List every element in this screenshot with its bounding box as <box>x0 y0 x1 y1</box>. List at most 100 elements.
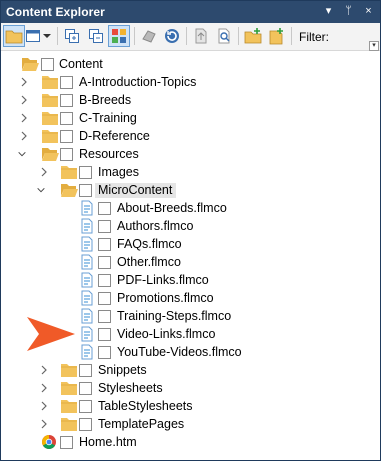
layout-button[interactable] <box>25 25 41 47</box>
chevron-down-icon[interactable] <box>36 184 46 196</box>
tree-item-b-breeds[interactable]: B-Breeds <box>1 91 380 109</box>
content-explorer-window: Content Explorer ▾ ᛘ × Filter: ▾ Content… <box>0 0 381 461</box>
window-title: Content Explorer <box>6 5 105 19</box>
folder-icon <box>61 418 77 431</box>
chevron-right-icon[interactable] <box>19 130 29 142</box>
tree-item-label: Images <box>98 165 139 179</box>
folder-icon <box>61 364 77 377</box>
tree-item-label: TemplatePages <box>98 417 185 431</box>
expand-all-button[interactable] <box>61 25 83 47</box>
layout-dropdown-button[interactable] <box>41 25 53 47</box>
tree-item-file[interactable]: Other.flmco <box>1 253 380 271</box>
tree-item-checkbox[interactable] <box>41 58 54 71</box>
tree-item-file[interactable]: Promotions.flmco <box>1 289 380 307</box>
bind-source-button[interactable] <box>138 25 160 47</box>
filter-dropdown[interactable]: ▾ <box>369 41 379 51</box>
tree-item-checkbox[interactable] <box>79 382 92 395</box>
tree-item-label: TableStylesheets <box>98 399 193 413</box>
chevron-right-icon[interactable] <box>39 166 49 178</box>
tree-item-label: Content <box>59 57 103 71</box>
color-view-button[interactable] <box>108 25 130 47</box>
tree-item-label: About-Breeds.flmco <box>117 201 227 215</box>
chevron-down-icon[interactable] <box>17 148 27 160</box>
chevron-right-icon[interactable] <box>19 94 29 106</box>
chrome-browser-icon <box>42 435 56 449</box>
tree-item-file[interactable]: FAQs.flmco <box>1 235 380 253</box>
tree-item-tablestylesheets[interactable]: TableStylesheets <box>1 397 380 415</box>
tree-item-images[interactable]: Images <box>1 163 380 181</box>
collapse-all-button[interactable] <box>85 25 107 47</box>
tree-item-microcontent[interactable]: MicroContent <box>1 181 380 199</box>
tree-item-checkbox[interactable] <box>60 436 73 449</box>
tree-item-checkbox[interactable] <box>98 202 111 215</box>
tree-item-checkbox[interactable] <box>98 220 111 233</box>
tree-item-home-htm[interactable]: Home.htm <box>1 433 380 451</box>
tree-item-label: A-Introduction-Topics <box>79 75 197 89</box>
close-button[interactable]: × <box>363 4 374 19</box>
tree-item-snippets[interactable]: Snippets <box>1 361 380 379</box>
tree-item-file[interactable]: Authors.flmco <box>1 217 380 235</box>
tree-item-checkbox[interactable] <box>79 166 92 179</box>
tree-item-checkbox[interactable] <box>60 76 73 89</box>
chevron-right-icon[interactable] <box>39 382 49 394</box>
tree-item-d-reference[interactable]: D-Reference <box>1 127 380 145</box>
tree-item-file[interactable]: About-Breeds.flmco <box>1 199 380 217</box>
tree-item-checkbox[interactable] <box>98 256 111 269</box>
tree-item-checkbox[interactable] <box>98 346 111 359</box>
tree-item-checkbox[interactable] <box>98 292 111 305</box>
tree-item-label: C-Training <box>79 111 137 125</box>
folder-icon <box>42 76 58 89</box>
dropdown-menu-button[interactable]: ▾ <box>323 4 334 19</box>
microcontent-file-icon <box>81 290 93 306</box>
tree-item-label: Other.flmco <box>117 255 181 269</box>
microcontent-file-icon <box>81 218 93 234</box>
tree-item-label: Training-Steps.flmco <box>117 309 232 323</box>
tree-item-checkbox[interactable] <box>98 310 111 323</box>
tree-item-label: B-Breeds <box>79 93 132 107</box>
folder-icon <box>42 130 58 143</box>
new-item-button[interactable] <box>265 25 287 47</box>
tree-item-checkbox[interactable] <box>98 274 111 287</box>
folder-open-icon <box>5 30 23 44</box>
tree-item-checkbox[interactable] <box>79 400 92 413</box>
tree-item-label: PDF-Links.flmco <box>117 273 209 287</box>
tree-item-stylesheets[interactable]: Stylesheets <box>1 379 380 397</box>
microcontent-file-icon <box>81 308 93 324</box>
refresh-button[interactable] <box>161 25 183 47</box>
chevron-right-icon[interactable] <box>39 418 49 430</box>
chevron-right-icon[interactable] <box>39 400 49 412</box>
tree-item-checkbox[interactable] <box>98 238 111 251</box>
tree-item-templatepages[interactable]: TemplatePages <box>1 415 380 433</box>
tree-item-file[interactable]: PDF-Links.flmco <box>1 271 380 289</box>
microcontent-file-icon <box>81 200 93 216</box>
chevron-right-icon[interactable] <box>19 76 29 88</box>
pin-button[interactable]: ᛘ <box>343 4 354 19</box>
tree-item-a-introduction-topics[interactable]: A-Introduction-Topics <box>1 73 380 91</box>
tree-item-checkbox[interactable] <box>79 184 92 197</box>
tree-item-checkbox[interactable] <box>60 130 73 143</box>
folder-icon <box>61 400 77 413</box>
tree-item-checkbox[interactable] <box>79 364 92 377</box>
folder-open-icon <box>42 148 59 161</box>
tree-item-checkbox[interactable] <box>79 418 92 431</box>
find-button[interactable] <box>213 25 235 47</box>
tree-item-checkbox[interactable] <box>60 148 73 161</box>
microcontent-file-icon <box>81 344 93 360</box>
tree-item-checkbox[interactable] <box>60 94 73 107</box>
microcontent-file-icon <box>81 272 93 288</box>
source-control-button[interactable] <box>190 25 212 47</box>
new-folder-button[interactable] <box>242 25 264 47</box>
tree-item-label: Authors.flmco <box>117 219 194 233</box>
tree-item-c-training[interactable]: C-Training <box>1 109 380 127</box>
tree-item-checkbox[interactable] <box>60 112 73 125</box>
toolbar-separator <box>291 27 292 45</box>
tree-item-label: Stylesheets <box>98 381 163 395</box>
chevron-right-icon[interactable] <box>19 112 29 124</box>
chevron-right-icon[interactable] <box>39 364 49 376</box>
upload-doc-icon <box>195 28 207 44</box>
tree-item-content[interactable]: Content <box>1 55 380 73</box>
tree-item-checkbox[interactable] <box>98 328 111 341</box>
tree-item-label: D-Reference <box>79 129 150 143</box>
tree-item-resources[interactable]: Resources <box>1 145 380 163</box>
folder-view-button[interactable] <box>3 25 25 47</box>
